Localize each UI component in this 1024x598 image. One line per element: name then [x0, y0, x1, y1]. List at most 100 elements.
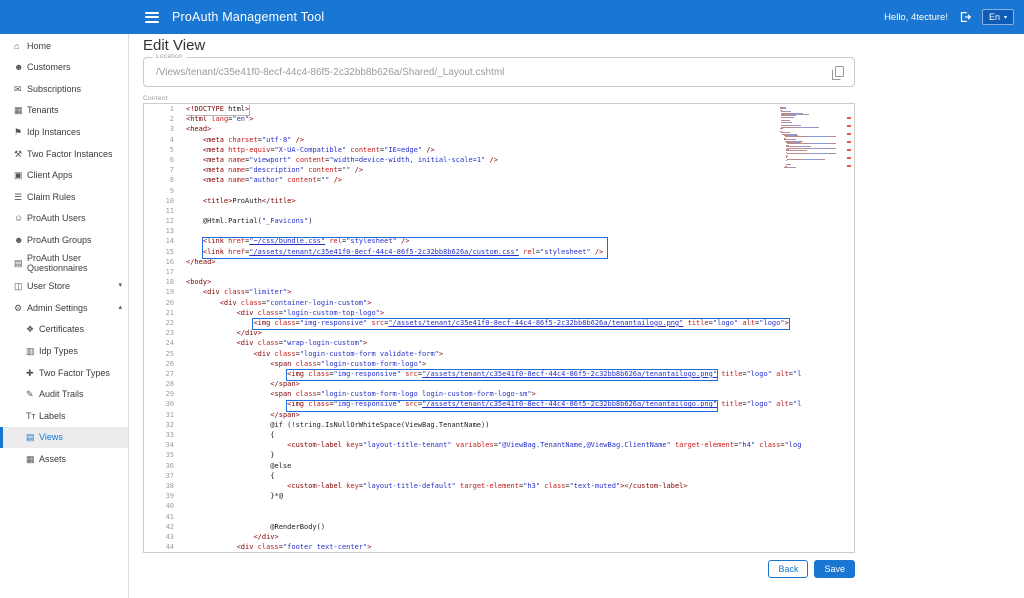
line-number: 5 [144, 146, 186, 156]
code-tag: > [207, 278, 211, 286]
sidebar-item-two-factor-types[interactable]: ✚Two Factor Types [0, 362, 128, 384]
ruler-mark [847, 141, 851, 143]
code-string: "@ViewBag.TenantName,@ViewBag.ClientName… [498, 441, 671, 449]
line-number: 16 [144, 258, 186, 268]
code-attribute: alt [776, 370, 789, 378]
tenants-icon: ▦ [14, 105, 27, 115]
line-number: 29 [144, 390, 186, 400]
sidebar-item-labels[interactable]: TтLabels [0, 405, 128, 427]
sidebar-item-assets[interactable]: ▦Assets [0, 448, 128, 470]
code-tag: /> [296, 136, 304, 144]
code-line: <!DOCTYPE html> [186, 105, 854, 115]
code-tag: /> [426, 146, 434, 154]
code-attribute: name [228, 166, 245, 174]
editor-minimap[interactable] [780, 107, 842, 171]
code-string: "utf-8" [262, 136, 292, 144]
code-line: <link href="/assets/tenant/c35e41f0-8ecf… [186, 248, 854, 258]
code-text [186, 319, 253, 327]
minimap-string-mark [798, 127, 813, 128]
line-number: 13 [144, 227, 186, 237]
location-input[interactable] [144, 58, 854, 86]
chevron-down-icon: ▾ [1004, 14, 1007, 21]
line-number: 27 [144, 370, 186, 380]
line-number: 22 [144, 319, 186, 329]
sidebar-item-user-store[interactable]: ◫User Store▾ [0, 276, 128, 298]
sidebar-item-proauth-users[interactable]: ☺ProAuth Users [0, 208, 128, 230]
code-string: "login-custom-form-logo" [321, 360, 422, 368]
code-line: <img class="img-responsive" src="/assets… [186, 370, 854, 380]
code-tag: <link [203, 237, 224, 245]
line-number: 25 [144, 350, 186, 360]
sidebar-item-customers[interactable]: ☻Customers [0, 57, 128, 79]
sidebar-item-label: Idp Instances [27, 127, 122, 137]
code-attribute: src [371, 319, 384, 327]
code-string: "/assets/tenant/c35e41f0-8ecf-44c4-86f5-… [422, 370, 717, 378]
code-attribute: charset [228, 136, 258, 144]
customers-icon: ☻ [14, 62, 27, 72]
sidebar-item-label: Claim Rules [27, 192, 122, 202]
chevron-up-icon: ▴ [118, 304, 122, 312]
code-tag: > [296, 380, 300, 388]
sidebar-item-proauth-user-questionnaires[interactable]: ▤ProAuth User Questionnaires [0, 251, 128, 276]
sidebar-item-client-apps[interactable]: ▣Client Apps [0, 165, 128, 187]
code-text [186, 441, 287, 449]
code-editor[interactable]: 1234567891011121314151617181920212223242… [143, 103, 855, 553]
code-string: "h3" [523, 482, 540, 490]
code-line: <head> [186, 125, 854, 135]
code-line: <img class="img-responsive" src="/assets… [186, 319, 854, 329]
code-line: <custom-label key="layout-title-tenant" … [186, 441, 854, 451]
back-button[interactable]: Back [768, 560, 808, 578]
sidebar-item-certificates[interactable]: ❖Certificates [0, 319, 128, 341]
save-button[interactable]: Save [814, 560, 855, 578]
editor-code-area: <!DOCTYPE html><html lang="en"><head> <m… [186, 105, 854, 552]
code-tag: > [296, 411, 300, 419]
line-number: 17 [144, 268, 186, 278]
copy-icon[interactable] [832, 66, 844, 80]
menu-icon[interactable] [145, 9, 159, 25]
code-string: "/assets/tenant/c35e41f0-8ecf-44c4-86f5-… [388, 319, 683, 327]
sidebar-item-views[interactable]: ▤Views [0, 427, 128, 449]
code-text: html [224, 105, 245, 113]
sidebar-item-audit-trails[interactable]: ✎Audit Trails [0, 384, 128, 406]
sidebar-item-claim-rules[interactable]: ☰Claim Rules [0, 186, 128, 208]
sidebar-item-two-factor-instances[interactable]: ⚒Two Factor Instances [0, 143, 128, 165]
app-title: ProAuth Management Tool [172, 10, 324, 24]
code-text [186, 237, 203, 245]
code-text [186, 350, 253, 358]
content-label: Content [143, 95, 168, 102]
minimap-string-mark [783, 108, 786, 109]
code-line: <div class="wrap-login-custom"> [186, 339, 854, 349]
line-number: 2 [144, 115, 186, 125]
code-tag: <custom-label [287, 441, 342, 449]
logout-icon[interactable] [958, 10, 972, 24]
minimap-string-mark [804, 159, 819, 160]
sidebar-item-label: Admin Settings [27, 303, 118, 313]
code-tag: </span [270, 380, 295, 388]
sidebar-item-subscriptions[interactable]: ✉Subscriptions [0, 78, 128, 100]
sidebar-item-idp-instances[interactable]: ⚑Idp Instances [0, 121, 128, 143]
sidebar-item-label: Customers [27, 62, 122, 72]
code-tag: <meta [203, 146, 224, 154]
code-tag: <div [237, 339, 254, 347]
line-number: 18 [144, 278, 186, 288]
sidebar-item-tenants[interactable]: ▦Tenants [0, 100, 128, 122]
sidebar-item-admin-settings[interactable]: ⚙Admin Settings▴ [0, 297, 128, 319]
code-line: <div class="limiter"> [186, 288, 854, 298]
code-text [186, 360, 270, 368]
proauth-groups-icon: ☻ [14, 235, 27, 245]
sidebar-item-home[interactable]: ⌂Home [0, 35, 128, 57]
code-string: "X-UA-Compatible" [275, 146, 347, 154]
code-tag: > [258, 329, 262, 337]
line-number: 9 [144, 187, 186, 197]
code-attribute: class [241, 299, 262, 307]
code-string: "description" [249, 166, 304, 174]
editor-gutter: 1234567891011121314151617181920212223242… [144, 105, 186, 553]
code-attribute: class [224, 288, 245, 296]
sidebar-item-label: ProAuth Groups [27, 235, 122, 245]
language-select[interactable]: En ▾ [982, 9, 1014, 25]
code-attribute: lang [211, 115, 228, 123]
line-number: 14 [144, 237, 186, 247]
sidebar-item-proauth-groups[interactable]: ☻ProAuth Groups [0, 229, 128, 251]
sidebar-item-idp-types[interactable]: ▥Idp Types [0, 340, 128, 362]
sidebar-item-label: Assets [39, 454, 122, 464]
